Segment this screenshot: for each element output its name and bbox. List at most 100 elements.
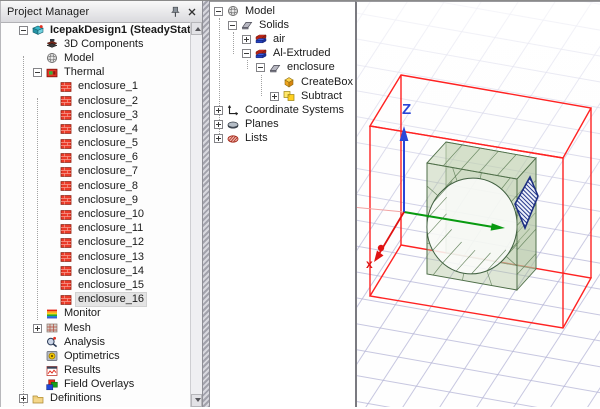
tree-item-enclosure-7[interactable]: enclosure_7 — [1, 165, 190, 179]
scroll-down-icon[interactable] — [191, 394, 202, 407]
expand-plus-icon[interactable] — [214, 106, 223, 115]
tree-item-subtract[interactable]: Subtract — [210, 89, 355, 103]
expander-slot — [47, 123, 60, 135]
tree-item-enclosure-16[interactable]: enclosure_16 — [1, 293, 190, 307]
tree-item-al-extruded[interactable]: Al-Extruded — [210, 47, 355, 61]
tree-item-coordinate-systems[interactable]: Coordinate Systems — [210, 103, 355, 117]
collapse-minus-icon[interactable] — [256, 63, 265, 72]
tree-item-enclosure-11[interactable]: enclosure_11 — [1, 222, 190, 236]
panel-splitter[interactable] — [202, 1, 210, 407]
expander-slot — [33, 67, 46, 79]
collapse-minus-icon[interactable] — [228, 21, 237, 30]
project-tree-scrollbar[interactable] — [190, 22, 202, 407]
expand-plus-icon[interactable] — [19, 394, 28, 403]
expander-slot — [33, 322, 46, 334]
tree-item-enclosure-14[interactable]: enclosure_14 — [1, 264, 190, 278]
tree-item-results[interactable]: Results — [1, 364, 190, 378]
tree-item-enclosure-2[interactable]: enclosure_2 — [1, 94, 190, 108]
tree-item-solids[interactable]: Solids — [210, 18, 355, 32]
tree-item-label: enclosure_16 — [76, 293, 146, 306]
expand-plus-icon[interactable] — [242, 35, 251, 44]
expander-slot — [47, 194, 60, 206]
expander-slot — [270, 90, 283, 102]
expander-slot — [214, 5, 227, 17]
enclosure-brick-icon — [60, 123, 73, 135]
tree-item-label: Thermal — [62, 66, 106, 79]
tree-item-enclosure-4[interactable]: enclosure_4 — [1, 122, 190, 136]
tree-item-thermal[interactable]: Thermal — [1, 66, 190, 80]
project-manager-panel: Project Manager IcepakDesign1 (SteadySta… — [0, 1, 202, 407]
tree-item-3d-components[interactable]: 3D Components — [1, 37, 190, 51]
tree-item-label: Coordinate Systems — [243, 104, 346, 117]
tree-item-model[interactable]: Model — [1, 51, 190, 65]
x-axis-label: x — [366, 257, 373, 271]
close-icon[interactable] — [184, 4, 199, 19]
tree-item-label: Results — [62, 364, 103, 377]
tree-item-enclosure-5[interactable]: enclosure_5 — [1, 137, 190, 151]
tree-item-icepakdesign1-steadystate[interactable]: IcepakDesign1 (SteadyState)* — [1, 23, 190, 37]
x-axis-origin-dot — [378, 245, 384, 251]
tree-item-field-overlays[interactable]: Field Overlays — [1, 378, 190, 392]
tree-item-label: Analysis — [62, 336, 107, 349]
tree-item-createbox[interactable]: CreateBox — [210, 75, 355, 89]
expander-slot — [47, 81, 60, 93]
collapse-minus-icon[interactable] — [242, 49, 251, 58]
collapse-minus-icon[interactable] — [214, 7, 223, 16]
tree-item-enclosure-10[interactable]: enclosure_10 — [1, 207, 190, 221]
optimetrics-gear-icon — [46, 350, 59, 362]
tree-item-planes[interactable]: Planes — [210, 118, 355, 132]
expander-slot — [47, 279, 60, 291]
tree-item-enclosure-3[interactable]: enclosure_3 — [1, 108, 190, 122]
expander-slot — [214, 133, 227, 145]
enclosure-brick-icon — [60, 95, 73, 107]
expander-slot — [47, 265, 60, 277]
enclosure-brick-icon — [60, 109, 73, 121]
expander-slot — [47, 209, 60, 221]
tree-item-enclosure-9[interactable]: enclosure_9 — [1, 193, 190, 207]
tree-item-label: enclosure_4 — [76, 123, 140, 136]
tree-item-enclosure-15[interactable]: enclosure_15 — [1, 278, 190, 292]
expand-plus-icon[interactable] — [270, 92, 279, 101]
tree-item-enclosure-1[interactable]: enclosure_1 — [1, 80, 190, 94]
enclosure-brick-icon — [60, 152, 73, 164]
tree-item-label: enclosure_14 — [76, 265, 146, 278]
coordinate-systems-icon — [227, 104, 240, 116]
expand-plus-icon[interactable] — [33, 324, 42, 333]
tree-item-enclosure-13[interactable]: enclosure_13 — [1, 250, 190, 264]
collapse-minus-icon[interactable] — [33, 68, 42, 77]
3d-viewport[interactable]: Z x — [355, 1, 600, 407]
tree-item-definitions[interactable]: Definitions — [1, 392, 190, 406]
expand-plus-icon[interactable] — [214, 134, 223, 143]
tree-item-monitor[interactable]: Monitor — [1, 307, 190, 321]
tree-item-analysis[interactable]: Analysis — [1, 335, 190, 349]
tree-item-optimetrics[interactable]: Optimetrics — [1, 349, 190, 363]
pin-icon[interactable] — [168, 4, 183, 19]
project-tree: IcepakDesign1 (SteadyState)*3D Component… — [1, 22, 190, 407]
expander-slot — [33, 379, 46, 391]
tree-item-mesh[interactable]: Mesh — [1, 321, 190, 335]
tree-item-enclosure-6[interactable]: enclosure_6 — [1, 151, 190, 165]
enclosure-brick-icon — [60, 223, 73, 235]
tree-item-model[interactable]: Model — [210, 4, 355, 18]
tree-item-label: enclosure_6 — [76, 151, 140, 164]
tree-item-lists[interactable]: Lists — [210, 132, 355, 146]
expander-slot — [33, 365, 46, 377]
tree-item-label: enclosure_2 — [76, 95, 140, 108]
tree-item-enclosure-12[interactable]: enclosure_12 — [1, 236, 190, 250]
expander-slot — [33, 336, 46, 348]
tree-item-label: Model — [62, 52, 96, 65]
expander-slot — [19, 393, 32, 405]
tree-item-air[interactable]: air — [210, 32, 355, 46]
tree-item-enclosure[interactable]: enclosure — [210, 61, 355, 75]
tree-item-label: enclosure_3 — [76, 109, 140, 122]
scroll-up-icon[interactable] — [191, 22, 202, 35]
tree-item-label: Definitions — [48, 392, 103, 405]
tree-item-label: enclosure_13 — [76, 251, 146, 264]
enclosure-brick-icon — [60, 194, 73, 206]
enclosure-brick-icon — [60, 138, 73, 150]
tree-item-label: IcepakDesign1 (SteadyState)* — [48, 24, 190, 37]
tree-item-enclosure-8[interactable]: enclosure_8 — [1, 179, 190, 193]
tree-item-label: 3D Components — [62, 38, 146, 51]
collapse-minus-icon[interactable] — [19, 26, 28, 35]
expand-plus-icon[interactable] — [214, 120, 223, 129]
